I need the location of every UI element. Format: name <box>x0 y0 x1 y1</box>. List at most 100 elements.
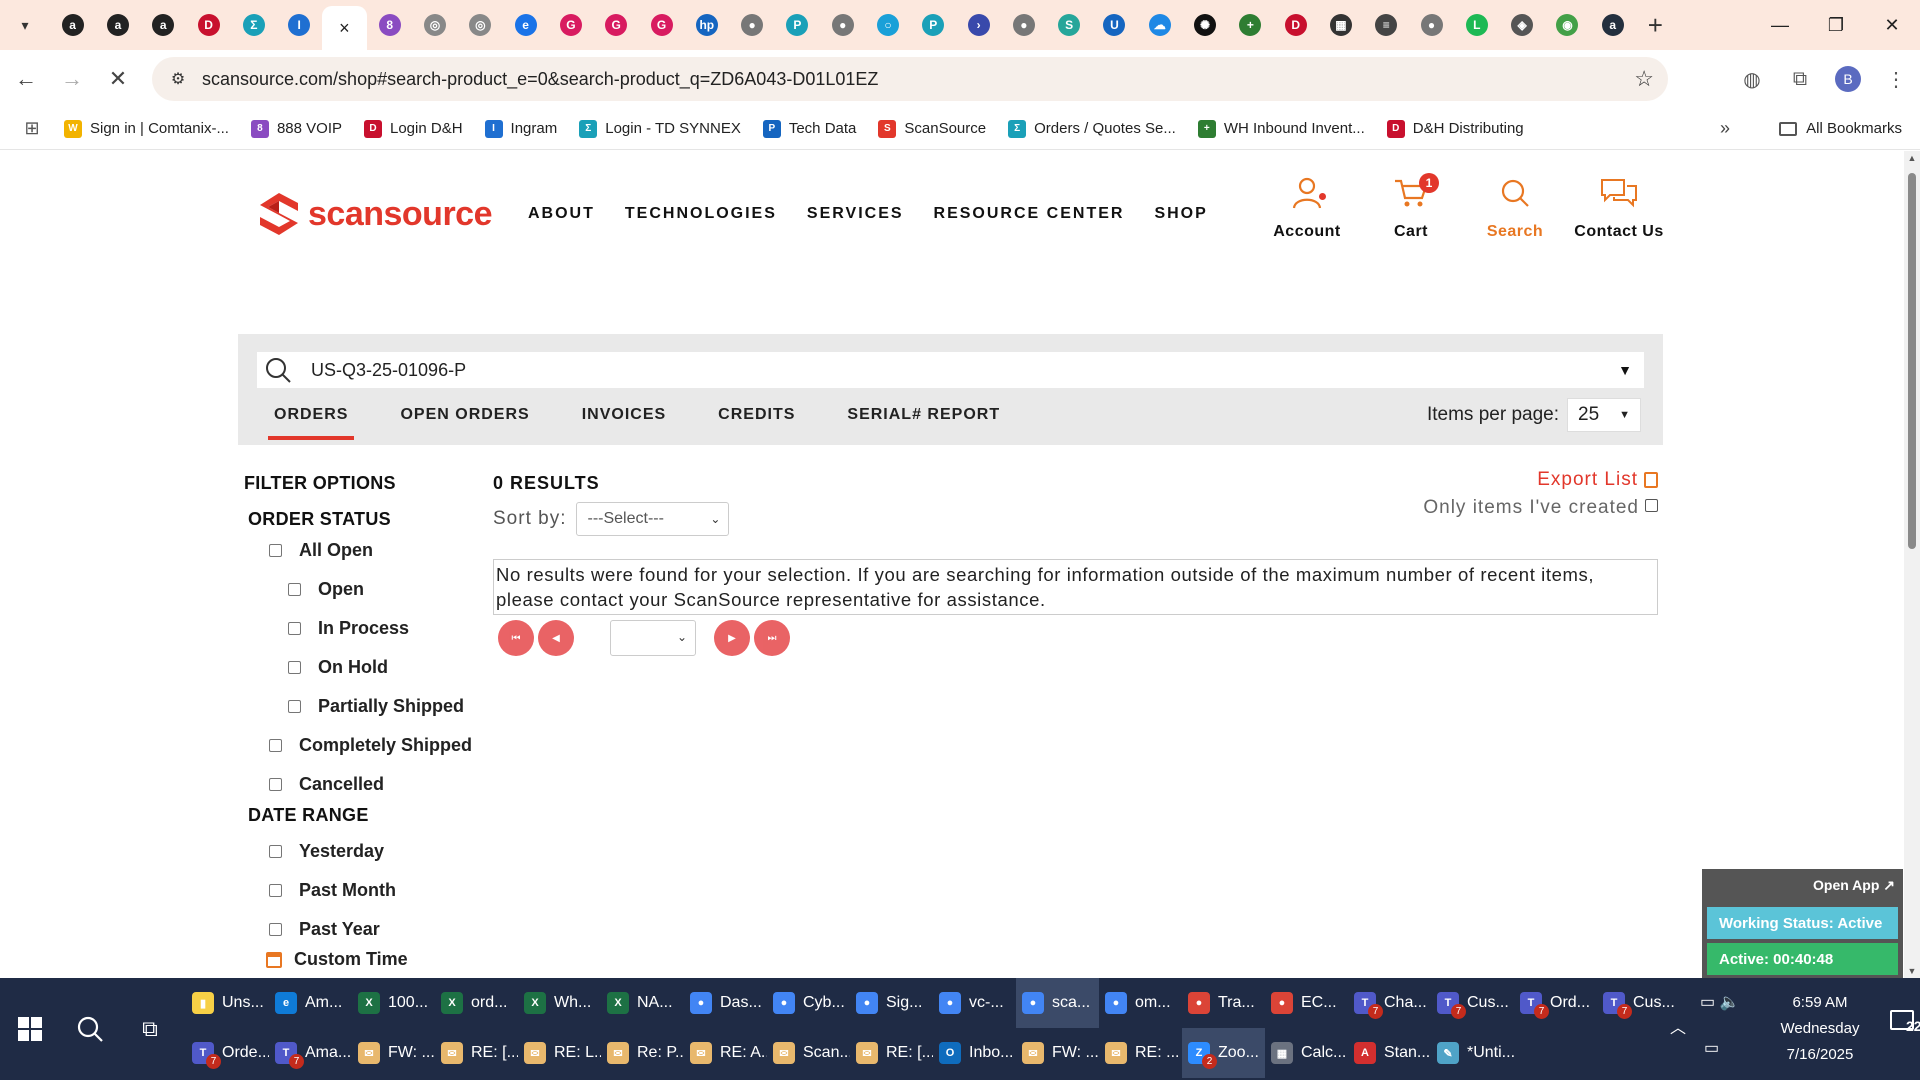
battery-icon[interactable]: ▭ <box>1700 994 1715 1011</box>
filter-yesterday[interactable]: Yesterday <box>244 832 494 871</box>
taskbar-item[interactable]: O Inbo... <box>933 1028 1016 1078</box>
taskbar-item[interactable]: ✉ FW: ... <box>352 1028 435 1078</box>
taskbar-item[interactable]: ● sca... <box>1016 978 1099 1028</box>
checkbox[interactable] <box>288 700 301 713</box>
nav-link[interactable]: SHOP <box>1154 205 1207 223</box>
tab-invoices[interactable]: INVOICES <box>582 406 666 440</box>
bookmark-item[interactable]: 8 888 VOIP <box>250 119 342 138</box>
last-page-icon[interactable]: ⏭ <box>754 620 790 656</box>
taskbar-search-button[interactable] <box>64 978 116 1080</box>
browser-tab[interactable]: ● <box>1409 7 1454 43</box>
desktop-tray-icon[interactable]: ▭ <box>1704 1038 1719 1058</box>
bookmark-item[interactable]: I Ingram <box>484 119 557 138</box>
browser-tab[interactable]: P <box>911 7 956 43</box>
filter-completely-shipped[interactable]: Completely Shipped <box>244 726 494 765</box>
taskbar-item[interactable]: ✉ FW: ... <box>1016 1028 1099 1078</box>
taskbar-item[interactable]: T 7 Cus... <box>1431 978 1514 1028</box>
browser-tab[interactable]: L <box>1454 7 1499 43</box>
taskbar-item[interactable]: ● Cyb... <box>767 978 850 1028</box>
tab-orders[interactable]: ORDERS <box>267 406 355 440</box>
search-magnifier-icon[interactable] <box>257 356 299 384</box>
previous-page-icon[interactable]: ◀ <box>538 620 574 656</box>
browser-tab[interactable]: + <box>1228 7 1273 43</box>
taskbar-item[interactable]: Xord... <box>435 978 518 1028</box>
taskbar-item[interactable]: ✉ Scan... <box>767 1028 850 1078</box>
browser-tab[interactable]: S <box>1047 7 1092 43</box>
taskbar-item[interactable]: ✉ Re: P... <box>601 1028 684 1078</box>
taskbar-item[interactable]: T 7 Ord... <box>1514 978 1597 1028</box>
next-page-icon[interactable]: ▶ <box>714 620 750 656</box>
back-arrow-icon[interactable]: ← <box>6 59 46 99</box>
taskbar-item[interactable]: X NA... <box>601 978 684 1028</box>
export-list-link[interactable]: Export List <box>1537 469 1658 491</box>
first-page-icon[interactable]: ⏮ <box>498 620 534 656</box>
only-mine-checkbox[interactable] <box>1645 498 1658 512</box>
show-hidden-icons-icon[interactable]: ︿ <box>1670 1014 1686 1038</box>
checkbox[interactable] <box>288 661 301 674</box>
taskbar-item[interactable]: e Am... <box>269 978 352 1028</box>
checkbox[interactable] <box>269 845 282 858</box>
taskbar-item[interactable]: Z 2 Zoo... <box>1182 1028 1265 1078</box>
apps-grid-icon[interactable]: ⊞ <box>0 118 64 139</box>
close-window-icon[interactable]: ✕ <box>1864 0 1920 50</box>
taskbar-item[interactable]: ✉ RE: ... <box>1099 1028 1182 1078</box>
taskbar-item[interactable]: ● Tra... <box>1182 978 1265 1028</box>
filter-past-year[interactable]: Past Year <box>244 910 494 949</box>
url-text[interactable]: scansource.com/shop#search-product_e=0&s… <box>202 69 878 90</box>
open-app-link[interactable]: Open App ↗ <box>1813 877 1895 894</box>
contact-us-button[interactable]: Contact Us <box>1567 171 1671 241</box>
bookmark-item[interactable]: S ScanSource <box>878 119 986 138</box>
scroll-up-arrow-icon[interactable]: ▲ <box>1904 153 1920 163</box>
taskbar-item[interactable]: ✉ RE: L... <box>518 1028 601 1078</box>
cart-button[interactable]: 1 Cart <box>1359 171 1463 241</box>
scansource-logo[interactable]: scansource <box>258 191 493 237</box>
filter-cancelled[interactable]: Cancelled <box>244 765 494 804</box>
browser-tab[interactable]: ◉ <box>1545 7 1590 43</box>
taskbar-item[interactable]: X Wh... <box>518 978 601 1028</box>
task-view-icon[interactable]: ⧉ <box>124 978 176 1080</box>
browser-tab[interactable]: ◈ <box>1500 7 1545 43</box>
browser-tab[interactable]: ≡ <box>1364 7 1409 43</box>
volume-icon[interactable]: 🔈 <box>1720 994 1740 1011</box>
tab-open-orders[interactable]: OPEN ORDERS <box>400 406 529 440</box>
scrollbar-thumb[interactable] <box>1908 173 1916 549</box>
scroll-down-arrow-icon[interactable]: ▼ <box>1904 966 1920 976</box>
browser-tab[interactable]: ▦ <box>1318 7 1363 43</box>
bookmark-item[interactable]: P Tech Data <box>762 119 856 138</box>
browser-tab[interactable]: ● <box>729 7 774 43</box>
taskbar-item[interactable]: ● vc-... <box>933 978 1016 1028</box>
checkbox[interactable] <box>288 622 301 635</box>
taskbar-item[interactable]: T 7 Ama... <box>269 1028 352 1078</box>
taskbar-item[interactable]: T 7 Cha... <box>1348 978 1431 1028</box>
filter-open[interactable]: Open <box>244 570 494 609</box>
tab-credits[interactable]: CREDITS <box>718 406 795 440</box>
nav-link[interactable]: TECHNOLOGIES <box>625 205 777 223</box>
browser-tab[interactable]: ○ <box>865 7 910 43</box>
filter-all-open[interactable]: All Open <box>244 531 494 570</box>
page-scrollbar[interactable]: ▲ ▼ <box>1904 151 1920 978</box>
taskbar-item[interactable]: A Stan... <box>1348 1028 1431 1078</box>
taskbar-item[interactable]: ✉ RE: [... <box>850 1028 933 1078</box>
browser-tab[interactable]: D <box>186 7 231 43</box>
taskbar-item[interactable]: ▮ Uns... <box>186 978 269 1028</box>
nav-link[interactable]: SERVICES <box>807 205 904 223</box>
taskbar-item[interactable]: ● Sig... <box>850 978 933 1028</box>
browser-tab[interactable]: I <box>276 7 321 43</box>
system-clock[interactable]: 6:59 AM Wednesday 7/16/2025 <box>1750 990 1890 1068</box>
taskbar-item[interactable]: ▦ Calc... <box>1265 1028 1348 1078</box>
browser-tab[interactable]: ● <box>820 7 865 43</box>
bookmark-item[interactable]: W Sign in | Comtanix-... <box>64 119 229 138</box>
browser-tab[interactable]: Σ <box>231 7 276 43</box>
all-bookmarks-button[interactable]: All Bookmarks <box>1779 120 1902 137</box>
checkbox[interactable] <box>288 583 301 596</box>
browser-tab[interactable]: ☁ <box>1137 7 1182 43</box>
search-button[interactable]: Search <box>1463 171 1567 241</box>
start-button[interactable] <box>0 978 60 1080</box>
taskbar-item[interactable]: ✉ RE: A... <box>684 1028 767 1078</box>
filter-partially-shipped[interactable]: Partially Shipped <box>244 687 494 726</box>
checkbox[interactable] <box>269 739 282 752</box>
bookmark-item[interactable]: Σ Login - TD SYNNEX <box>579 119 741 138</box>
checkbox[interactable] <box>269 884 282 897</box>
extensions-puzzle-icon[interactable]: ⧉ <box>1776 68 1824 91</box>
browser-tab[interactable]: D <box>1273 7 1318 43</box>
